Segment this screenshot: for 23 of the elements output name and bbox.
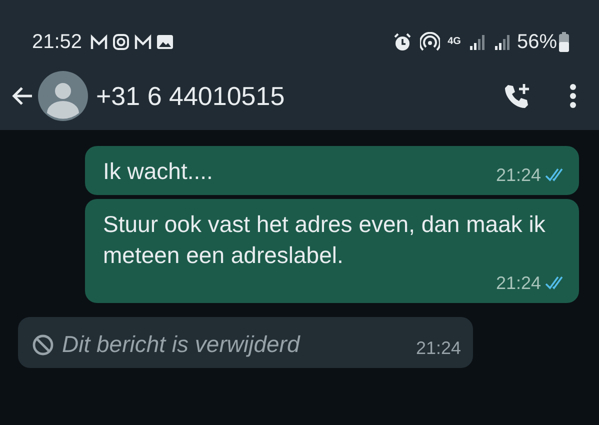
contact-name[interactable]: +31 6 44010515	[96, 76, 285, 116]
message-text: Ik wacht....	[103, 157, 213, 186]
message-time: 21:24	[496, 164, 541, 187]
add-call-icon[interactable]	[503, 82, 531, 110]
battery-icon	[559, 32, 569, 52]
mail-icon	[134, 33, 152, 51]
signal-icon	[494, 33, 511, 51]
status-time: 21:52	[32, 30, 82, 55]
mail-icon	[90, 33, 108, 51]
camera-icon	[112, 33, 130, 51]
hotspot-icon	[420, 32, 440, 52]
network-label: 4G	[448, 37, 461, 47]
message-text: Stuur ook vast het adres even, dan maak ik meteen een adreslabel.	[103, 210, 546, 270]
signal-icon	[468, 33, 486, 51]
message-text: Dit bericht is verwijderd	[62, 330, 300, 360]
message-time: 21:24	[496, 272, 541, 296]
message-time: 21:24	[416, 337, 461, 360]
avatar-icon[interactable]	[38, 71, 88, 121]
alarm-icon	[392, 32, 412, 52]
image-icon	[156, 33, 174, 51]
blocked-icon	[32, 334, 54, 356]
more-options-icon[interactable]	[569, 83, 577, 109]
battery-percent: 56%	[516, 30, 557, 55]
